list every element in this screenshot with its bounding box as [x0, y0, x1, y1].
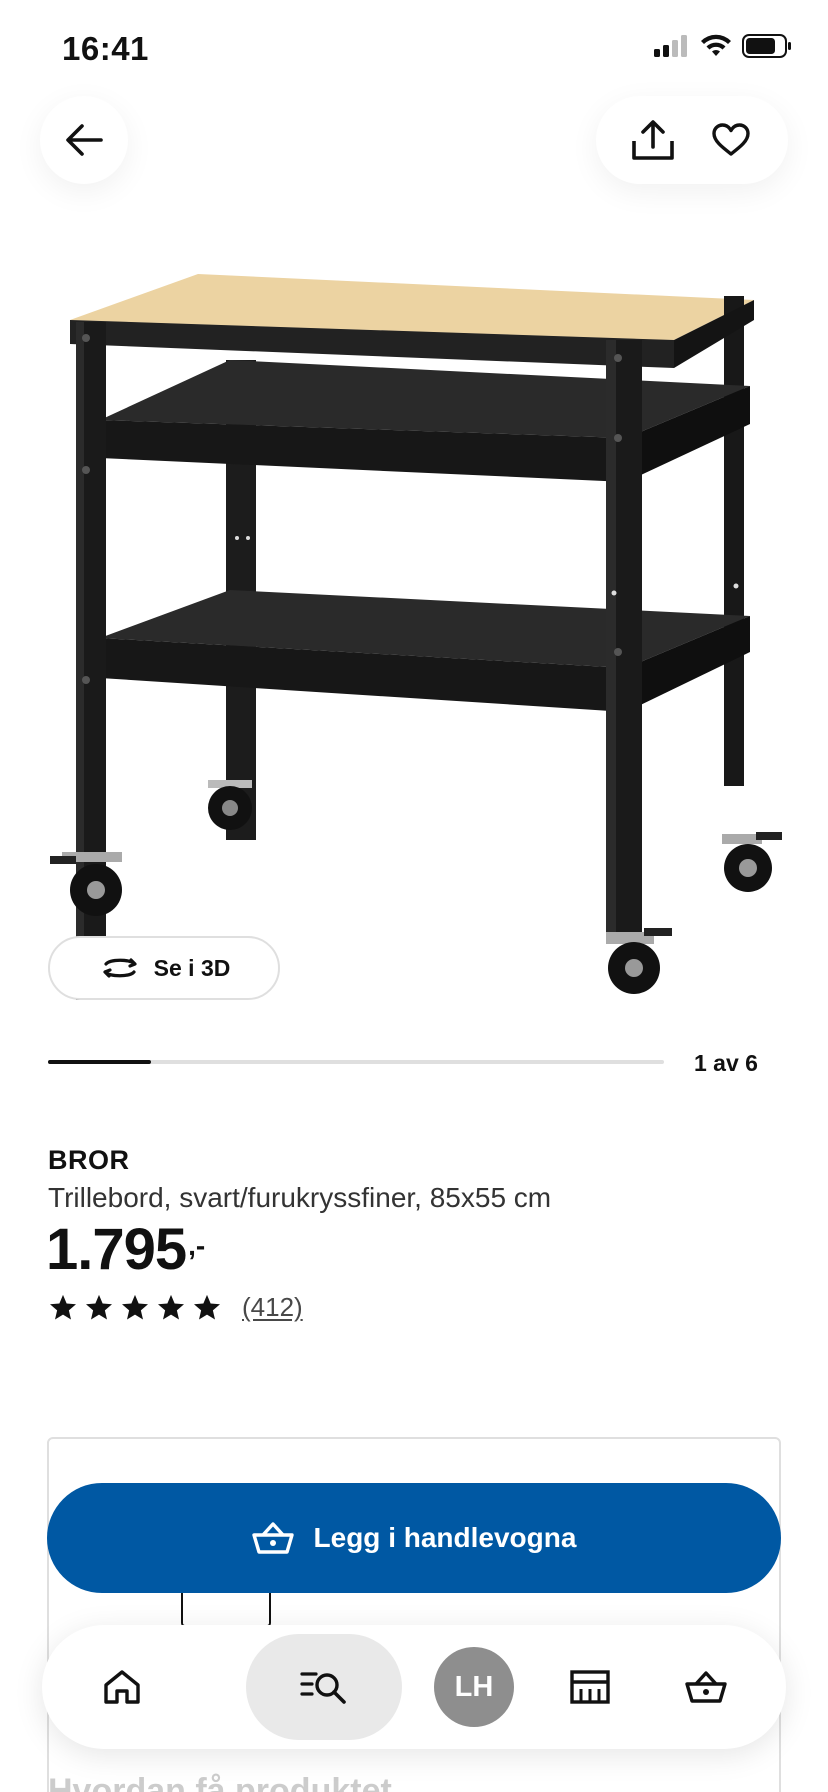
- bottom-navigation: LH: [42, 1625, 786, 1749]
- caster-front-left: [50, 852, 122, 916]
- status-bar: 16:41: [0, 0, 828, 100]
- view-3d-button[interactable]: Se i 3D: [48, 936, 280, 1000]
- store-icon: [570, 1670, 610, 1704]
- add-to-cart-label: Legg i handlevogna: [313, 1522, 577, 1553]
- rotate-3d-icon: [103, 958, 137, 978]
- carousel-progress-fill: [48, 1060, 151, 1064]
- price-amount: 1.795: [46, 1217, 187, 1282]
- star-icon: [50, 1294, 76, 1319]
- nav-profile[interactable]: LH: [430, 1643, 518, 1731]
- product-description: Trillebord, svart/furukryssfiner, 85x55 …: [48, 1182, 552, 1213]
- star-icon: [194, 1294, 220, 1319]
- heart-icon: [712, 123, 750, 156]
- arrow-left-icon: [66, 124, 103, 156]
- share-button[interactable]: [623, 110, 683, 170]
- wifi-icon: [701, 34, 731, 56]
- star-icon: [86, 1294, 112, 1319]
- star-icon: [122, 1294, 148, 1319]
- nav-home[interactable]: [78, 1643, 166, 1731]
- product-name: BROR: [48, 1145, 130, 1175]
- share-icon: [632, 120, 674, 160]
- caster-back-right: [722, 832, 782, 892]
- view-3d-label: Se i 3D: [153, 954, 231, 981]
- status-icons: [654, 34, 792, 58]
- star-icon: [158, 1294, 184, 1319]
- nav-stores[interactable]: [546, 1643, 634, 1731]
- basket-icon: [251, 1522, 294, 1554]
- back-button[interactable]: [40, 96, 128, 184]
- favorite-button[interactable]: [701, 110, 761, 170]
- product-price: 1.795 ,-: [46, 1218, 205, 1282]
- carousel-counter: 1 av 6: [694, 1050, 758, 1076]
- battery-icon: [742, 34, 791, 58]
- delivery-section-title: Hvordan få produktet: [48, 1772, 392, 1792]
- carousel-progress[interactable]: [48, 1060, 664, 1064]
- status-time: 16:41: [62, 30, 149, 67]
- price-suffix: ,-: [188, 1230, 206, 1261]
- product-image[interactable]: [40, 260, 790, 1000]
- header-actions: [596, 96, 788, 184]
- home-icon: [104, 1670, 140, 1704]
- basket-icon: [685, 1671, 727, 1703]
- caster-back-left: [208, 780, 252, 830]
- nav-cart[interactable]: [662, 1643, 750, 1731]
- cellular-signal-icon: [654, 35, 687, 57]
- review-count-link[interactable]: (412): [242, 1292, 303, 1323]
- search-list-icon: [300, 1672, 346, 1704]
- product-rating[interactable]: (412): [48, 1292, 303, 1323]
- caster-front-right: [606, 928, 672, 994]
- add-to-cart-button[interactable]: Legg i handlevogna: [47, 1483, 781, 1593]
- avatar: LH: [434, 1647, 514, 1727]
- nav-search[interactable]: [246, 1634, 402, 1740]
